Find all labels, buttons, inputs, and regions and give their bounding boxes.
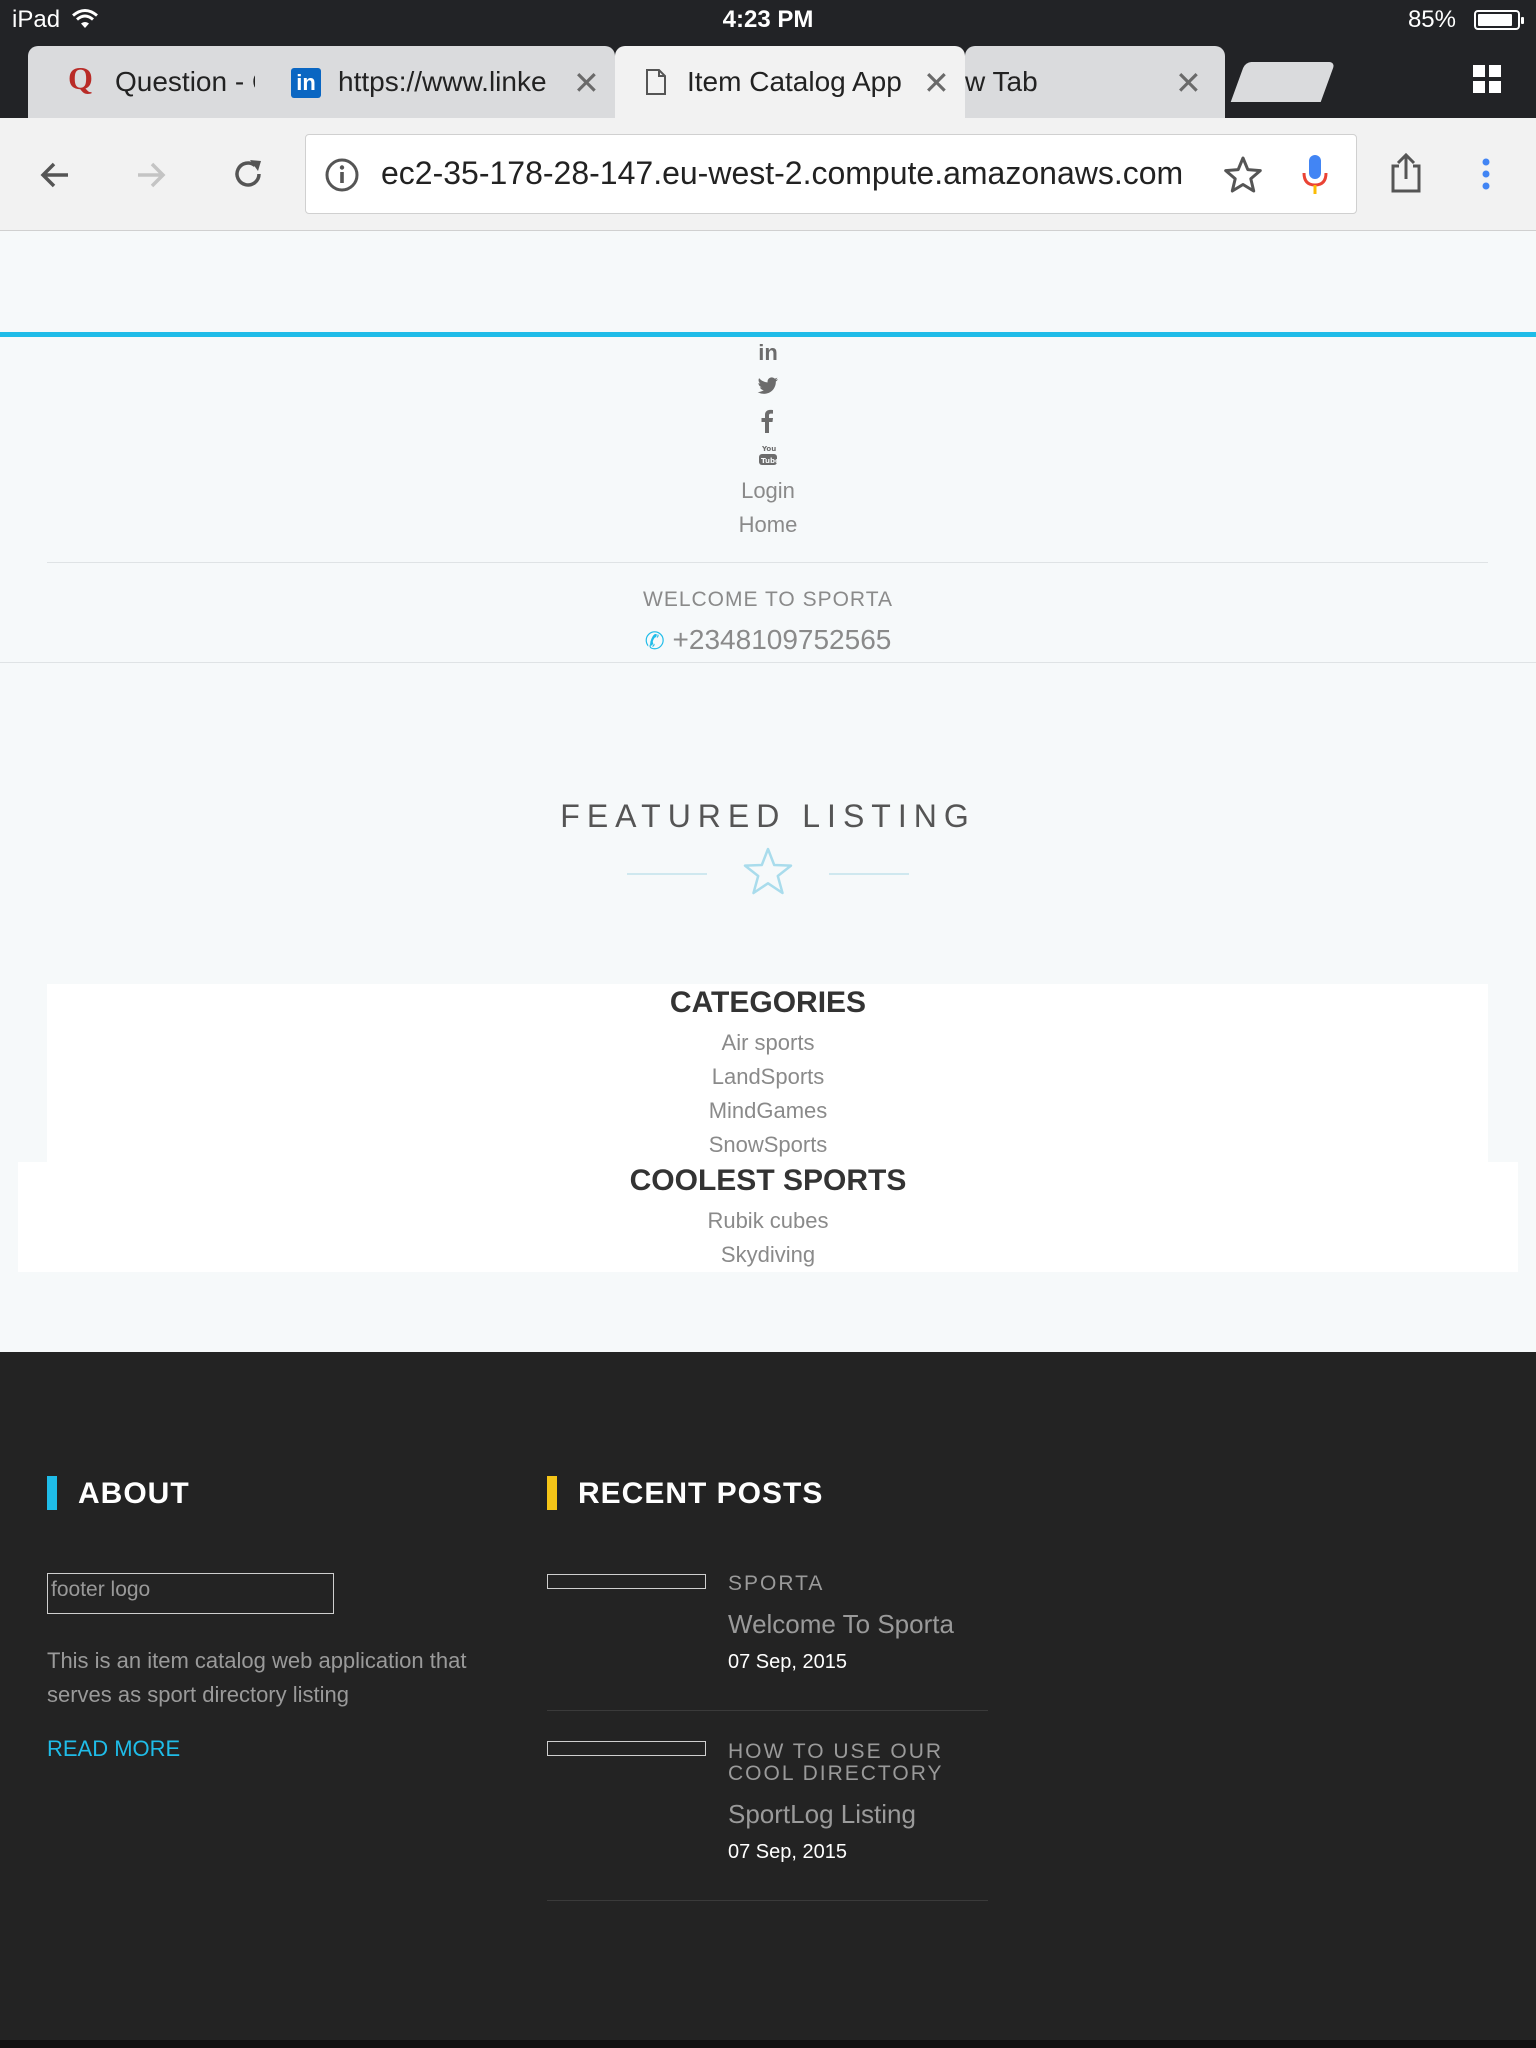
decor-line [627, 873, 707, 875]
home-link[interactable]: Home [0, 512, 1536, 538]
post-title[interactable]: Welcome To Sporta [728, 1609, 954, 1640]
about-text: This is an item catalog web application … [47, 1648, 467, 1707]
info-icon[interactable] [324, 157, 360, 193]
post-thumbnail[interactable] [547, 1574, 706, 1589]
page-icon [646, 69, 666, 95]
bookmark-star-icon[interactable] [1223, 155, 1263, 195]
close-icon[interactable]: ✕ [573, 64, 600, 102]
post-category[interactable]: HOW TO USE OUR COOL DIRECTORY [728, 1741, 1008, 1785]
post-divider [547, 1900, 988, 1901]
tab-label: w Tab [965, 66, 1038, 97]
phone-icon: ✆ [644, 628, 665, 655]
tab-new[interactable]: w Tab ✕ [965, 46, 1225, 118]
about-accent-bar [47, 1476, 57, 1510]
section-title-featured: FEATURED LISTING [560, 798, 976, 834]
svg-text:You: You [761, 445, 776, 453]
facebook-icon[interactable] [760, 409, 774, 433]
linkedin-icon: in [291, 68, 321, 98]
category-link[interactable]: SnowSports [0, 1132, 1536, 1158]
url-text[interactable]: ec2-35-178-28-147.eu-west-2.compute.amaz… [381, 155, 1183, 192]
menu-kebab-icon[interactable] [1480, 156, 1492, 192]
sport-link[interactable]: Skydiving [0, 1242, 1536, 1268]
category-link[interactable]: MindGames [0, 1098, 1536, 1124]
quora-icon: Q [68, 60, 93, 96]
microphone-icon[interactable] [1300, 153, 1330, 197]
tab-quora[interactable]: Q Question - Q [28, 46, 278, 118]
youtube-icon[interactable]: You Tube [758, 443, 778, 467]
status-bar: iPad 4:23 PM 85% [0, 0, 1536, 40]
category-link[interactable]: LandSports [0, 1064, 1536, 1090]
address-bar[interactable]: ec2-35-178-28-147.eu-west-2.compute.amaz… [305, 134, 1357, 214]
clock: 4:23 PM [722, 6, 814, 33]
browser-toolbar: ec2-35-178-28-147.eu-west-2.compute.amaz… [0, 118, 1536, 231]
recent-posts-heading: RECENT POSTS [578, 1477, 824, 1510]
header-accent-line [0, 332, 1536, 337]
about-heading: ABOUT [78, 1477, 190, 1510]
tab-switcher-icon[interactable] [1472, 64, 1502, 94]
post-date: 07 Sep, 2015 [728, 1841, 847, 1863]
footer-logo: footer logo [47, 1573, 334, 1614]
close-icon[interactable]: ✕ [1175, 64, 1202, 102]
star-icon [743, 847, 793, 895]
tab-label: Item Catalog App [687, 66, 902, 97]
post-thumbnail[interactable] [547, 1741, 706, 1756]
categories-heading: CATEGORIES [669, 986, 867, 1019]
twitter-icon[interactable] [757, 377, 779, 395]
close-icon[interactable]: ✕ [923, 64, 950, 102]
post-category[interactable]: SPORTA [728, 1573, 1008, 1595]
divider [47, 562, 1488, 563]
post-divider [547, 1710, 988, 1711]
decor-line [829, 873, 909, 875]
svg-text:Tube: Tube [761, 457, 778, 465]
recent-accent-bar [547, 1476, 557, 1510]
phone-number: +2348109752565 [672, 624, 892, 655]
battery-icon [1474, 10, 1524, 30]
sport-link[interactable]: Rubik cubes [0, 1208, 1536, 1234]
tab-label: Question - Q [115, 66, 274, 97]
read-more-link[interactable]: READ MORE [47, 1736, 180, 1762]
phone-contact: ✆ +2348109752565 [0, 624, 1536, 656]
back-arrow-icon[interactable] [38, 158, 72, 192]
battery-percent: 85% [1407, 6, 1456, 33]
linkedin-icon[interactable]: in [0, 340, 1536, 366]
divider [0, 662, 1536, 663]
reload-icon[interactable] [230, 156, 266, 192]
coolest-sports-heading: COOLEST SPORTS [629, 1164, 907, 1197]
forward-arrow-icon[interactable] [134, 158, 168, 192]
tab-label: https://www.linke [338, 66, 547, 97]
share-icon[interactable] [1388, 152, 1424, 194]
footer-bottom-bar [0, 2040, 1536, 2048]
login-link[interactable]: Login [0, 478, 1536, 504]
tab-item-catalog[interactable]: Item Catalog App ✕ [615, 46, 965, 118]
new-tab-button[interactable] [1230, 62, 1336, 102]
post-title[interactable]: SportLog Listing [728, 1799, 916, 1830]
tab-strip: Q Question - Q in https://www.linke ✕ w … [0, 40, 1536, 118]
tab-linkedin[interactable]: in https://www.linke ✕ [255, 46, 615, 118]
post-date: 07 Sep, 2015 [728, 1651, 847, 1673]
welcome-text: WELCOME TO SPORTA [643, 588, 893, 611]
category-link[interactable]: Air sports [0, 1030, 1536, 1056]
